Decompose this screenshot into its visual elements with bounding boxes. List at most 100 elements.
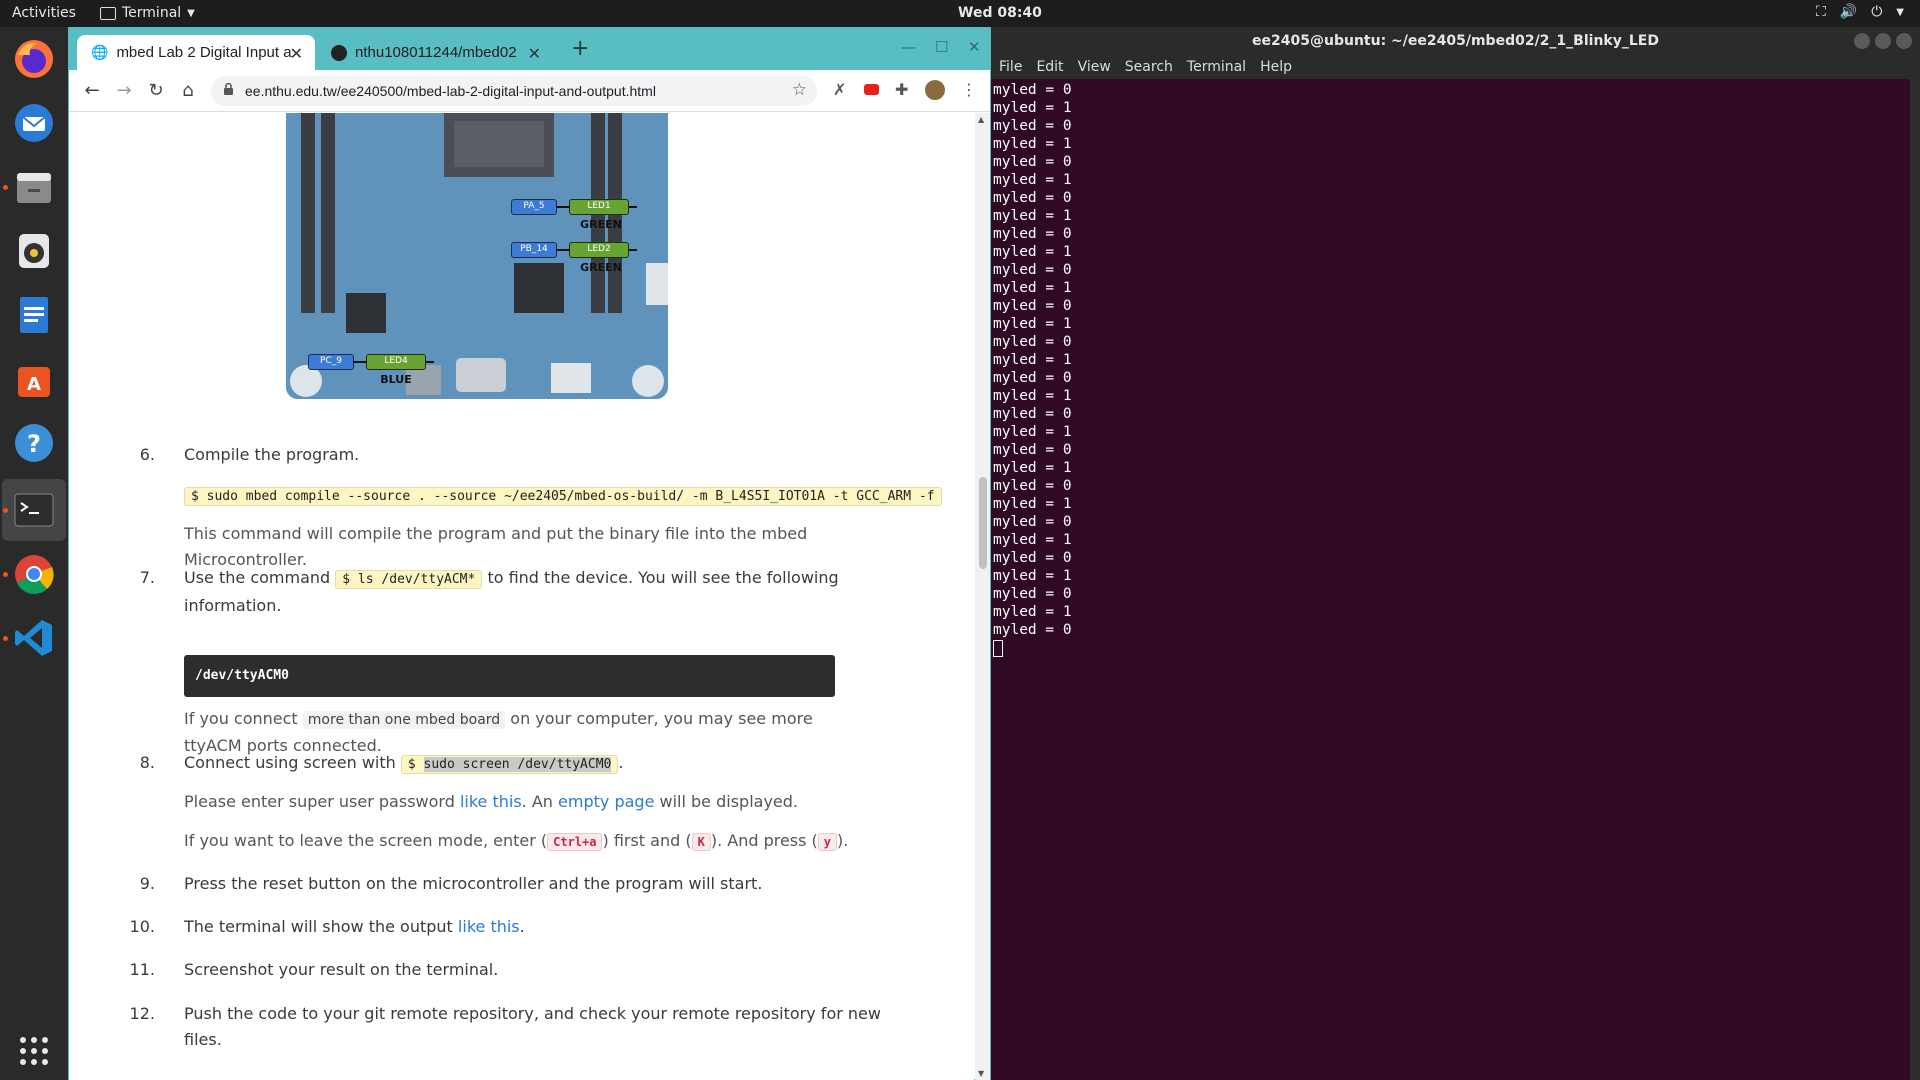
minimize-icon[interactable]: — — [901, 38, 916, 56]
key-ctrl-a: Ctrl+a — [547, 833, 603, 851]
key-y: y — [817, 833, 838, 851]
empty-page-link[interactable]: empty page — [558, 792, 654, 811]
terminal-line: myled = 1 — [993, 352, 1072, 368]
close-tab-icon[interactable]: ✕ — [528, 44, 541, 64]
connector-line — [426, 361, 434, 363]
scroll-down-icon[interactable]: ▼ — [978, 1069, 984, 1078]
close-window-icon[interactable] — [1896, 33, 1912, 49]
output-code-block: /dev/ttyACM0 — [184, 655, 835, 697]
thunderbird-icon[interactable] — [10, 99, 58, 147]
board-diagram-image: PA_5 LED1 GREEN PB_14 LED2 GREEN PC_9 LE… — [286, 113, 668, 399]
led-color-label: GREEN — [580, 261, 622, 274]
tab-mbed-lab[interactable]: 🌐 mbed Lab 2 Digital Input a ✕ — [77, 35, 315, 70]
tab-github[interactable]: nthu108011244/mbed02 ✕ — [317, 35, 553, 70]
terminal-title: ee2405@ubuntu: ~/ee2405/mbed02/2_1_Blink… — [1252, 33, 1659, 49]
extensions-puzzle-icon[interactable]: ✚ — [895, 80, 908, 99]
terminal-line: myled = 1 — [993, 172, 1072, 188]
system-tray[interactable]: ⛶ 🔊 ⏻ ▼ — [1816, 4, 1904, 20]
vscode-icon[interactable] — [10, 614, 58, 662]
terminal-line: myled = 0 — [993, 334, 1072, 350]
connector-line — [556, 249, 570, 251]
terminal-line: myled = 0 — [993, 190, 1072, 206]
show-applications-icon[interactable] — [10, 1027, 58, 1075]
files-icon[interactable] — [10, 163, 58, 211]
step-number: 12. — [129, 1004, 155, 1023]
terminal-line: myled = 1 — [993, 604, 1072, 620]
inline-code: $ sudo screen /dev/ttyACM0 — [400, 755, 619, 774]
note-line: This command will compile the program an… — [184, 524, 808, 543]
terminal-line: myled = 1 — [993, 568, 1072, 584]
maximize-icon[interactable] — [1875, 33, 1891, 49]
step-note: If you want to leave the screen mode, en… — [184, 831, 849, 851]
youtube-extension-icon[interactable] — [864, 80, 879, 99]
step-number: 11. — [129, 960, 155, 979]
libreoffice-writer-icon[interactable] — [10, 291, 58, 339]
extension-x-icon[interactable]: ✗ — [833, 80, 846, 99]
address-bar[interactable]: ee.nthu.edu.tw/ee240500/mbed-lab-2-digit… — [211, 76, 817, 106]
menu-kebab-icon[interactable]: ⋮ — [961, 80, 977, 99]
reload-icon[interactable]: ↻ — [145, 80, 167, 101]
step-text-part: to find the device. You will see the fol… — [487, 568, 839, 587]
bookmark-star-icon[interactable]: ☆ — [792, 80, 807, 100]
rhythmbox-icon[interactable] — [10, 227, 58, 275]
profile-avatar[interactable] — [925, 80, 945, 104]
maximize-icon[interactable]: ☐ — [935, 38, 948, 56]
step-number: 8. — [139, 753, 155, 772]
app-menu[interactable]: Terminal ▼ — [100, 5, 195, 21]
dock: A ? — [0, 27, 68, 1080]
clock[interactable]: Wed 08:40 — [958, 5, 1042, 21]
chrome-icon[interactable] — [10, 550, 58, 598]
page-scrollbar[interactable]: ▲ ▼ — [975, 113, 990, 1080]
software-center-icon[interactable]: A — [10, 355, 58, 403]
terminal-line: myled = 0 — [993, 586, 1072, 602]
menu-terminal[interactable]: Terminal — [1187, 59, 1246, 75]
connector-line — [556, 206, 570, 208]
menu-view[interactable]: View — [1078, 59, 1111, 75]
browser-window: 🌐 mbed Lab 2 Digital Input a ✕ nthu10801… — [68, 27, 991, 1080]
tab-label: mbed Lab 2 Digital Input a — [116, 44, 292, 61]
pin-label: PA_5 — [511, 199, 557, 215]
scroll-up-icon[interactable]: ▲ — [978, 115, 984, 124]
power-icon: ⏻ — [1871, 4, 1883, 20]
connector-line — [629, 249, 637, 251]
chevron-down-icon: ▼ — [187, 7, 195, 19]
terminal-icon[interactable] — [10, 486, 58, 534]
step-text-part: Connect using screen with — [184, 753, 396, 772]
menu-file[interactable]: File — [999, 59, 1022, 75]
running-indicator — [3, 572, 8, 577]
menu-search[interactable]: Search — [1125, 59, 1173, 75]
like-this-link[interactable]: like this — [460, 792, 522, 811]
firefox-icon[interactable] — [10, 35, 58, 83]
inline-code: more than one mbed board — [302, 711, 506, 729]
menu-edit[interactable]: Edit — [1036, 59, 1063, 75]
note-part: on your computer, you may see more — [510, 709, 813, 728]
help-icon[interactable]: ? — [10, 419, 58, 467]
home-icon[interactable]: ⌂ — [177, 80, 199, 101]
connector-line — [353, 361, 367, 363]
back-icon[interactable]: ← — [81, 80, 103, 101]
tab-strip: 🌐 mbed Lab 2 Digital Input a ✕ nthu10801… — [69, 28, 990, 70]
app-menu-label: Terminal — [122, 5, 182, 21]
terminal-output[interactable]: myled = 0 myled = 1 myled = 0 myled = 1 myle… — [993, 81, 1918, 1071]
step-number: 10. — [129, 917, 155, 936]
browser-toolbar: ← → ↻ ⌂ ee.nthu.edu.tw/ee240500/mbed-lab… — [69, 70, 990, 112]
step-number: 7. — [139, 568, 155, 587]
step-text-part: information. — [184, 596, 282, 615]
terminal-scrollbar[interactable] — [1910, 79, 1920, 1080]
terminal-line: myled = 0 — [993, 442, 1072, 458]
new-tab-button[interactable]: + — [571, 36, 589, 61]
minimize-icon[interactable] — [1854, 33, 1870, 49]
terminal-line: myled = 0 — [993, 118, 1072, 134]
terminal-titlebar[interactable]: ee2405@ubuntu: ~/ee2405/mbed02/2_1_Blink… — [991, 27, 1920, 55]
like-this-link[interactable]: like this — [458, 917, 520, 936]
led-label: LED2 — [569, 242, 629, 258]
scrollbar-thumb[interactable] — [979, 477, 987, 569]
terminal-line: myled = 1 — [993, 388, 1072, 404]
close-window-icon[interactable]: ✕ — [968, 38, 981, 56]
close-tab-icon[interactable]: ✕ — [290, 44, 303, 64]
activities-button[interactable]: Activities — [12, 5, 76, 21]
menu-help[interactable]: Help — [1260, 59, 1292, 75]
led-color-label: BLUE — [380, 373, 412, 386]
running-indicator — [3, 508, 8, 513]
forward-icon[interactable]: → — [113, 80, 135, 101]
